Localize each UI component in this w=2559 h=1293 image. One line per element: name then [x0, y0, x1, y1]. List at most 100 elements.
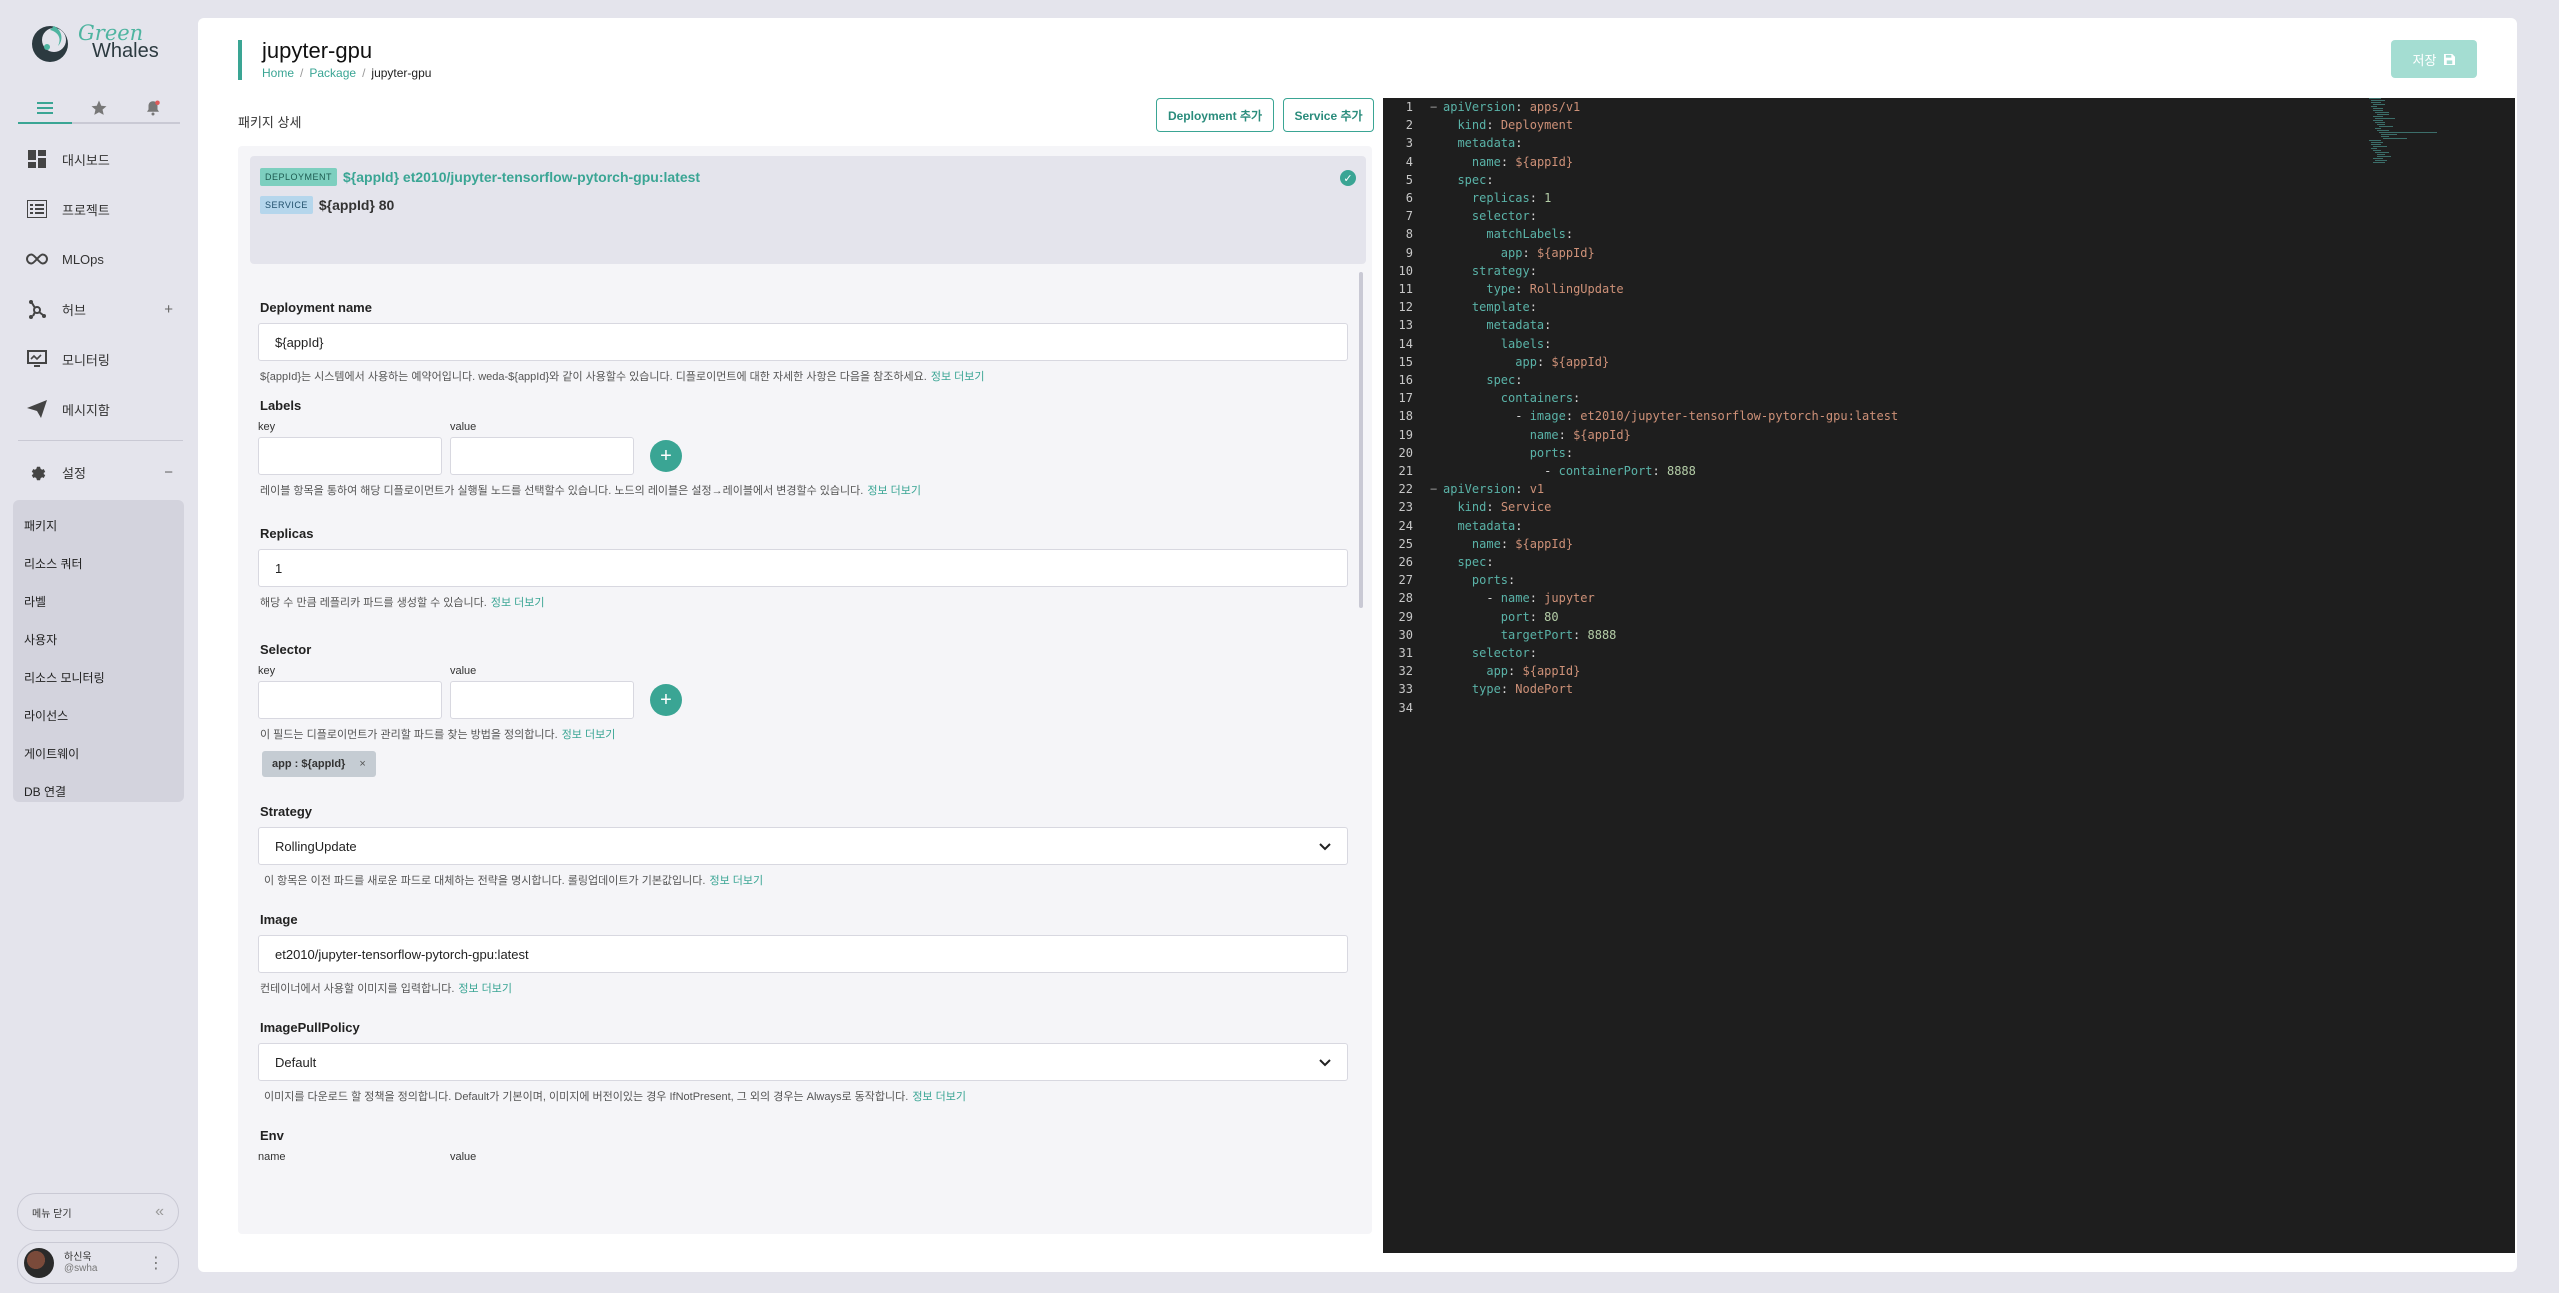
deployment-name-input[interactable]: ${appId} [258, 323, 1348, 361]
code-line[interactable]: targetPort: 8888 [1443, 628, 1617, 642]
code-line[interactable]: metadata: [1443, 136, 1522, 150]
submenu-item-resource-quota[interactable]: 리소스 쿼터 [13, 544, 184, 582]
code-line[interactable]: spec: [1443, 555, 1493, 569]
more-info-link[interactable]: 정보 더보기 [912, 1091, 966, 1103]
code-line[interactable]: name: ${appId} [1443, 155, 1573, 169]
code-line[interactable]: type: RollingUpdate [1443, 282, 1623, 296]
yaml-punct [1443, 173, 1457, 187]
code-line[interactable]: metadata: [1443, 318, 1551, 332]
code-line[interactable]: containers: [1443, 391, 1580, 405]
tab-favorites[interactable] [72, 94, 126, 124]
editor-minimap[interactable] [2369, 98, 2459, 168]
fold-toggle-icon[interactable]: − [1430, 482, 1437, 496]
label-key-input[interactable] [258, 437, 442, 475]
yaml-value: Deployment [1500, 118, 1574, 133]
add-deployment-button[interactable]: Deployment 추가 [1156, 98, 1274, 132]
label-value-input[interactable] [450, 437, 634, 475]
line-number: 18 [1398, 409, 1413, 424]
code-line[interactable]: ports: [1443, 573, 1515, 587]
breadcrumb-home[interactable]: Home [262, 66, 294, 80]
yaml-editor[interactable]: 1− apiVersion: apps/v1 2 kind: Deployment 3… [1383, 98, 2515, 1253]
sidebar-item-monitoring[interactable]: 모니터링 [18, 334, 183, 384]
sidebar-item-dashboard[interactable]: 대시보드 [18, 134, 183, 184]
submenu-item-label[interactable]: 라벨 [13, 582, 184, 620]
code-line[interactable]: ports: [1443, 446, 1573, 460]
tab-notifications[interactable] [126, 94, 180, 124]
code-line[interactable]: selector: [1443, 209, 1537, 223]
code-line[interactable]: type: NodePort [1443, 682, 1573, 696]
save-button[interactable]: 저장 [2391, 40, 2477, 78]
deployment-summary[interactable]: DEPLOYMENT ${appId} et2010/jupyter-tenso… [260, 168, 700, 186]
code-line[interactable]: app: ${appId} [1443, 355, 1609, 369]
code-line[interactable]: labels: [1443, 337, 1552, 351]
service-summary[interactable]: SERVICE ${appId} 80 [260, 196, 394, 214]
strategy-field: Strategy RollingUpdate 이 항목은 이전 파드를 새로운 … [258, 804, 1348, 888]
code-line[interactable]: port: 80 [1443, 610, 1559, 624]
collapse-icon[interactable]: − [164, 464, 173, 481]
selector-value-input[interactable] [450, 681, 634, 719]
submenu-item-users[interactable]: 사용자 [13, 620, 184, 658]
code-line[interactable]: app: ${appId} [1443, 246, 1595, 260]
resource-summary[interactable]: DEPLOYMENT ${appId} et2010/jupyter-tenso… [250, 156, 1366, 264]
submenu-item-resource-monitoring[interactable]: 리소스 모니터링 [13, 658, 184, 696]
code-line[interactable]: replicas: 1 [1443, 191, 1551, 205]
code-line[interactable]: app: ${appId} [1443, 664, 1580, 678]
add-selector-button[interactable]: + [650, 684, 682, 716]
more-info-link[interactable]: 정보 더보기 [491, 597, 545, 609]
code-line[interactable]: kind: Deployment [1443, 118, 1573, 132]
code-line[interactable]: name: ${appId} [1443, 537, 1573, 551]
submenu-item-gateway[interactable]: 게이트웨이 [13, 734, 184, 772]
code-line[interactable]: strategy: [1443, 264, 1537, 278]
form-scrollbar[interactable] [1359, 272, 1363, 608]
selector-key-input[interactable] [258, 681, 442, 719]
code-line[interactable]: kind: Service [1443, 500, 1551, 514]
fold-toggle-icon[interactable]: − [1430, 100, 1437, 114]
yaml-punct [1443, 337, 1501, 351]
sidebar-item-hub[interactable]: 허브 + [18, 284, 183, 334]
code-line[interactable]: apiVersion: apps/v1 [1443, 100, 1580, 114]
more-info-link[interactable]: 정보 더보기 [458, 983, 512, 995]
code-line[interactable]: template: [1443, 300, 1537, 314]
code-line[interactable]: matchLabels: [1443, 227, 1573, 241]
code-line[interactable]: spec: [1443, 173, 1493, 187]
sidebar-item-messages[interactable]: 메시지함 [18, 384, 183, 434]
brand-logo[interactable]: Green Whales [28, 20, 159, 64]
yaml-punct [1443, 227, 1486, 241]
code-line[interactable]: spec: [1443, 373, 1522, 387]
image-field: Image et2010/jupyter-tensorflow-pytorch-… [258, 912, 1348, 996]
breadcrumb-package[interactable]: Package [309, 66, 356, 80]
more-vertical-icon[interactable]: ⋮ [148, 1253, 164, 1273]
image-input[interactable]: et2010/jupyter-tensorflow-pytorch-gpu:la… [258, 935, 1348, 973]
selector-chip: app : ${appId} × [262, 751, 376, 777]
menu-close-button[interactable]: 메뉴 닫기 « [17, 1193, 179, 1231]
expand-icon[interactable]: + [164, 301, 173, 318]
submenu-item-db-connection[interactable]: DB 연결 [13, 772, 184, 810]
chip-label: app : ${appId} [272, 758, 346, 770]
more-info-link[interactable]: 정보 더보기 [931, 371, 985, 383]
submenu-item-package[interactable]: 패키지 [13, 506, 184, 544]
tab-menu[interactable] [18, 94, 72, 124]
user-profile[interactable]: 하신욱 @swha ⋮ [17, 1242, 179, 1284]
code-line[interactable]: - name: jupyter [1443, 591, 1594, 605]
code-line[interactable]: apiVersion: v1 [1443, 482, 1544, 496]
code-line[interactable]: - containerPort: 8888 [1443, 464, 1696, 478]
code-line[interactable]: metadata: [1443, 519, 1522, 533]
sidebar-item-projects[interactable]: 프로젝트 [18, 184, 183, 234]
user-name: 하신욱 [64, 1251, 92, 1263]
more-info-link[interactable]: 정보 더보기 [867, 485, 921, 497]
more-info-link[interactable]: 정보 더보기 [562, 729, 616, 741]
sidebar-item-settings[interactable]: 설정 − [18, 447, 183, 497]
more-info-link[interactable]: 정보 더보기 [709, 875, 763, 887]
code-line[interactable]: selector: [1443, 646, 1537, 660]
add-service-button[interactable]: Service 추가 [1283, 98, 1374, 132]
remove-chip-icon[interactable]: × [359, 758, 365, 770]
strategy-select[interactable]: RollingUpdate [258, 827, 1348, 865]
image-pull-policy-select[interactable]: Default [258, 1043, 1348, 1081]
sidebar-item-mlops[interactable]: MLOps [18, 234, 183, 284]
replicas-input[interactable]: 1 [258, 549, 1348, 587]
code-line[interactable]: name: ${appId} [1443, 428, 1631, 442]
submenu-item-license[interactable]: 라이선스 [13, 696, 184, 734]
add-label-button[interactable]: + [650, 440, 682, 472]
yaml-punct [1443, 155, 1472, 169]
code-line[interactable]: - image: et2010/jupyter-tensorflow-pytor… [1443, 409, 1898, 423]
